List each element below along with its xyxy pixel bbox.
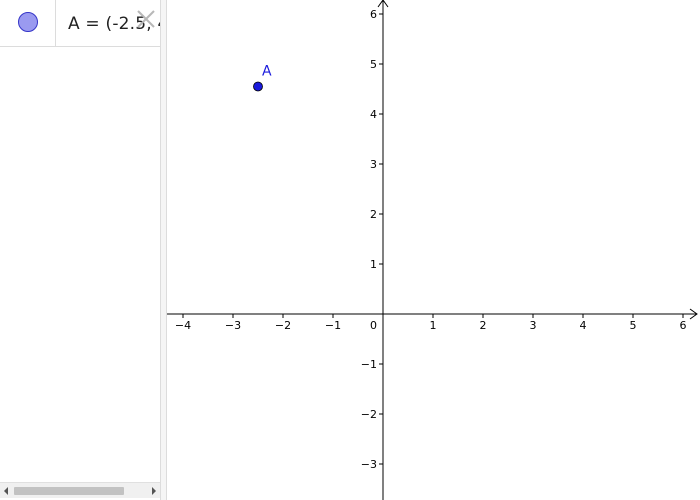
- visibility-toggle-icon[interactable]: [0, 0, 56, 47]
- y-tick-label: 6: [370, 8, 377, 21]
- y-tick-label: 2: [370, 208, 377, 221]
- y-tick-label: −2: [361, 408, 377, 421]
- algebra-horizontal-scrollbar[interactable]: [0, 482, 160, 498]
- x-tick-label: 1: [430, 319, 437, 332]
- scroll-right-icon[interactable]: [148, 483, 160, 499]
- x-tick-label: 6: [680, 319, 687, 332]
- y-tick-label: −1: [361, 358, 377, 371]
- x-tick-label: 3: [530, 319, 537, 332]
- y-tick-label: −3: [361, 458, 377, 471]
- y-tick-label: 5: [370, 58, 377, 71]
- x-tick-label: −3: [225, 319, 241, 332]
- point-visibility-dot: [18, 12, 38, 32]
- origin-label: 0: [370, 319, 377, 332]
- x-tick-label: −4: [175, 319, 191, 332]
- x-tick-label: −1: [325, 319, 341, 332]
- point-a-label[interactable]: A: [262, 64, 272, 80]
- close-icon[interactable]: [135, 8, 157, 30]
- algebra-view: A = (-2.5, 4: [0, 0, 160, 500]
- scroll-left-icon[interactable]: [0, 483, 12, 499]
- graphics-view[interactable]: −4 −3 −2 −1 1 2 3 4 5 6 −3 −2 −1 1 2 3 4 5 6 0 A: [167, 0, 700, 500]
- coordinate-plane[interactable]: −4 −3 −2 −1 1 2 3 4 5 6 −3 −2 −1 1 2 3 4 5 6 0 A: [167, 0, 700, 500]
- scrollbar-thumb[interactable]: [14, 487, 124, 495]
- algebra-row-point-a[interactable]: A = (-2.5, 4: [0, 0, 160, 47]
- x-tick-label: 2: [480, 319, 487, 332]
- panel-divider[interactable]: [160, 0, 167, 500]
- y-tick-label: 3: [370, 158, 377, 171]
- y-tick-label: 4: [370, 108, 377, 121]
- point-a[interactable]: [253, 81, 263, 92]
- y-tick-label: 1: [370, 258, 377, 271]
- x-tick-label: 5: [630, 319, 637, 332]
- x-tick-label: −2: [275, 319, 291, 332]
- x-tick-label: 4: [580, 319, 587, 332]
